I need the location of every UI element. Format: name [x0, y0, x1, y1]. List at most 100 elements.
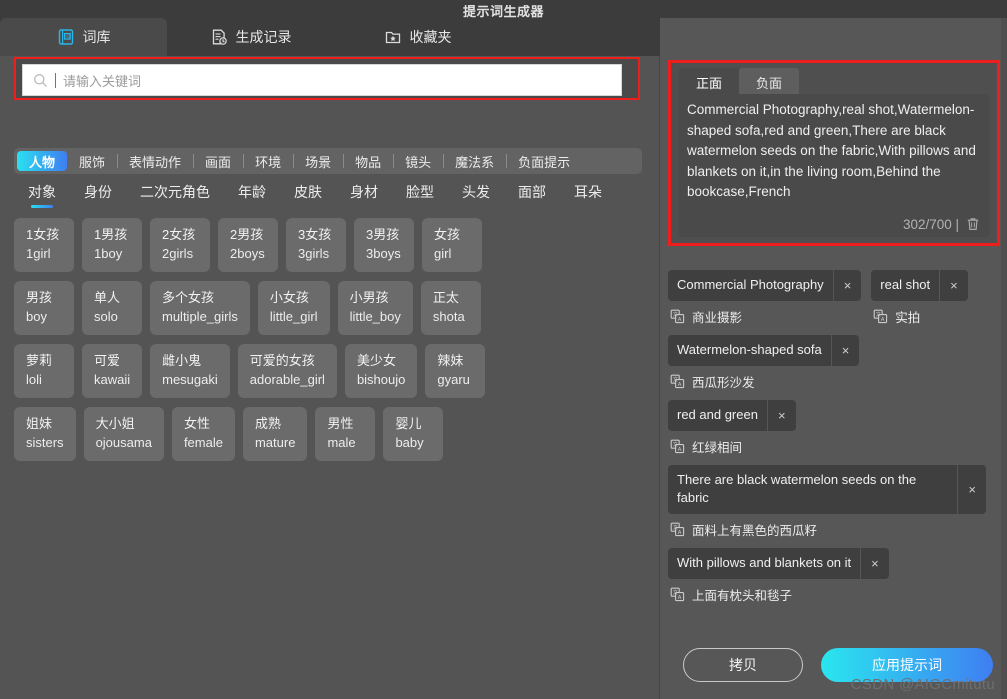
- translate-icon: 文 A: [670, 374, 685, 389]
- tag-chip-text: With pillows and blankets on it: [668, 548, 862, 579]
- word-card-en: baby: [395, 435, 424, 450]
- word-card-en: female: [183, 435, 223, 450]
- word-card-cn: 大小姐: [95, 416, 135, 431]
- subcategory-shencai[interactable]: 身材: [336, 180, 392, 208]
- tag-chip[interactable]: red and green ×: [668, 400, 796, 431]
- trash-icon[interactable]: [965, 216, 981, 232]
- word-card[interactable]: 女孩 girl: [422, 218, 482, 272]
- category-changjing[interactable]: 场景: [293, 151, 343, 171]
- copy-button[interactable]: 拷贝: [683, 648, 803, 682]
- apply-prompt-button[interactable]: 应用提示词: [821, 648, 993, 682]
- tag-group: red and green × 文 A 红绿相间: [668, 400, 1000, 456]
- text-caret: [55, 72, 56, 88]
- tag-remove-button[interactable]: ×: [958, 465, 986, 514]
- word-card[interactable]: 3女孩 3girls: [286, 218, 346, 272]
- subcategory-erciyuanjuese[interactable]: 二次元角色: [126, 180, 224, 208]
- word-card-en: little_boy: [349, 309, 401, 324]
- word-card[interactable]: 2男孩 2boys: [218, 218, 278, 272]
- category-biaoqingdongzuo[interactable]: 表情动作: [117, 151, 193, 171]
- subcategory-shenfen[interactable]: 身份: [70, 180, 126, 208]
- word-card[interactable]: 男孩 boy: [14, 281, 74, 335]
- word-card-en: ojousama: [95, 435, 152, 450]
- word-card-cn: 萝莉: [26, 353, 53, 368]
- tag-remove-button[interactable]: ×: [768, 400, 796, 431]
- svg-text:A: A: [881, 317, 885, 323]
- category-renwu[interactable]: 人物: [17, 151, 68, 171]
- word-card[interactable]: 3男孩 3boys: [354, 218, 414, 272]
- word-card-cn: 婴儿: [395, 416, 422, 431]
- word-card[interactable]: 多个女孩 multiple_girls: [150, 281, 250, 335]
- tag-chip[interactable]: Commercial Photography ×: [668, 270, 862, 301]
- tag-chip[interactable]: Watermelon-shaped sofa ×: [668, 335, 860, 366]
- category-mofaxi[interactable]: 魔法系: [443, 151, 506, 171]
- word-card[interactable]: 雌小鬼 mesugaki: [150, 344, 230, 398]
- tag-remove-button[interactable]: ×: [832, 335, 860, 366]
- word-card[interactable]: 正太 shota: [420, 281, 481, 335]
- word-card[interactable]: 辣妹 gyaru: [425, 344, 486, 398]
- search-input-wrapper[interactable]: 请输入关键词: [22, 64, 622, 96]
- subcategory-duixiang[interactable]: 对象: [14, 180, 70, 208]
- word-card[interactable]: 1女孩 1girl: [14, 218, 74, 272]
- category-jingtou[interactable]: 镜头: [393, 151, 443, 171]
- word-card-cn: 可爱: [94, 353, 121, 368]
- prompt-highlight-region: 正面 负面 Commercial Photography,real shot,W…: [668, 60, 1000, 246]
- word-card[interactable]: 可爱 kawaii: [82, 344, 143, 398]
- word-card-cn: 辣妹: [437, 353, 464, 368]
- tab-dictionary[interactable]: 词 词库: [0, 18, 167, 56]
- word-card-cn: 1女孩: [26, 227, 60, 242]
- word-card[interactable]: 2女孩 2girls: [150, 218, 210, 272]
- tag-chip[interactable]: With pillows and blankets on it ×: [668, 548, 889, 579]
- word-card-row: 1女孩 1girl 1男孩 1boy 2女孩 2girls 2男孩 2boys …: [14, 218, 646, 272]
- word-card[interactable]: 小女孩 little_girl: [257, 281, 330, 335]
- tag-chip[interactable]: There are black watermelon seeds on the …: [668, 465, 986, 514]
- subcategory-nianling[interactable]: 年龄: [224, 180, 280, 208]
- subcategory-pifu[interactable]: 皮肤: [280, 180, 336, 208]
- word-card[interactable]: 1男孩 1boy: [82, 218, 142, 272]
- word-card[interactable]: 可爱的女孩 adorable_girl: [237, 344, 337, 398]
- word-card[interactable]: 萝莉 loli: [14, 344, 74, 398]
- search-highlight-region: 请输入关键词: [14, 57, 640, 100]
- word-card[interactable]: 婴儿 baby: [383, 407, 444, 461]
- word-card-en: 1girl: [26, 246, 51, 261]
- svg-text:A: A: [678, 595, 682, 601]
- tag-translation: 文 A 上面有枕头和毯子: [668, 585, 1000, 604]
- word-card[interactable]: 姐妹 sisters: [14, 407, 76, 461]
- subcategory-toufa[interactable]: 头发: [448, 180, 504, 208]
- tag-group: Watermelon-shaped sofa × 文 A 西瓜形沙发: [668, 335, 1000, 391]
- tag-item: Commercial Photography × 文 A 商业摄影: [668, 270, 862, 326]
- tag-translation: 文 A 红绿相间: [668, 437, 1000, 456]
- tag-remove-button[interactable]: ×: [861, 548, 889, 579]
- tag-translation: 文 A 实拍: [871, 307, 967, 326]
- word-card[interactable]: 美少女 bishoujo: [344, 344, 418, 398]
- left-panel: 词 词库 生成记录 收藏夹 请输入关键词 人物 服饰 表情动作 画面 环境 场景…: [0, 18, 660, 699]
- prompt-char-counter: 302/700 |: [902, 216, 959, 232]
- tab-label-dictionary: 词库: [82, 29, 111, 45]
- dictionary-book-icon: 词: [57, 28, 75, 46]
- word-card[interactable]: 成熟 mature: [242, 407, 308, 461]
- category-wupin[interactable]: 物品: [343, 151, 393, 171]
- category-fushi[interactable]: 服饰: [67, 151, 117, 171]
- word-card[interactable]: 大小姐 ojousama: [83, 407, 164, 461]
- right-panel-scrollbar[interactable]: [1001, 18, 1007, 699]
- category-huamian[interactable]: 画面: [193, 151, 243, 171]
- word-card-en: shota: [432, 309, 465, 324]
- tag-remove-button[interactable]: ×: [940, 270, 968, 301]
- tag-chip[interactable]: real shot ×: [871, 270, 968, 301]
- subcategory-lianxing[interactable]: 脸型: [392, 180, 448, 208]
- translate-icon: 文 A: [670, 522, 685, 537]
- tag-remove-button[interactable]: ×: [834, 270, 862, 301]
- subcategory-mianbu[interactable]: 面部: [504, 180, 560, 208]
- word-card[interactable]: 单人 solo: [82, 281, 142, 335]
- tab-history[interactable]: 生成记录: [167, 18, 334, 56]
- category-fumiantishi[interactable]: 负面提示: [506, 151, 582, 171]
- tab-favorites[interactable]: 收藏夹: [334, 18, 501, 56]
- word-card-row: 姐妹 sisters 大小姐 ojousama 女性 female 成熟 mat…: [14, 407, 646, 461]
- word-card-en: gyaru: [437, 372, 470, 387]
- category-huanjing[interactable]: 环境: [243, 151, 293, 171]
- word-card-en: adorable_girl: [249, 372, 325, 387]
- word-card[interactable]: 小男孩 little_boy: [337, 281, 413, 335]
- subcategory-erduo[interactable]: 耳朵: [560, 180, 616, 208]
- word-card[interactable]: 女性 female: [171, 407, 235, 461]
- prompt-textarea[interactable]: Commercial Photography,real shot,Waterme…: [679, 94, 989, 237]
- word-card[interactable]: 男性 male: [315, 407, 376, 461]
